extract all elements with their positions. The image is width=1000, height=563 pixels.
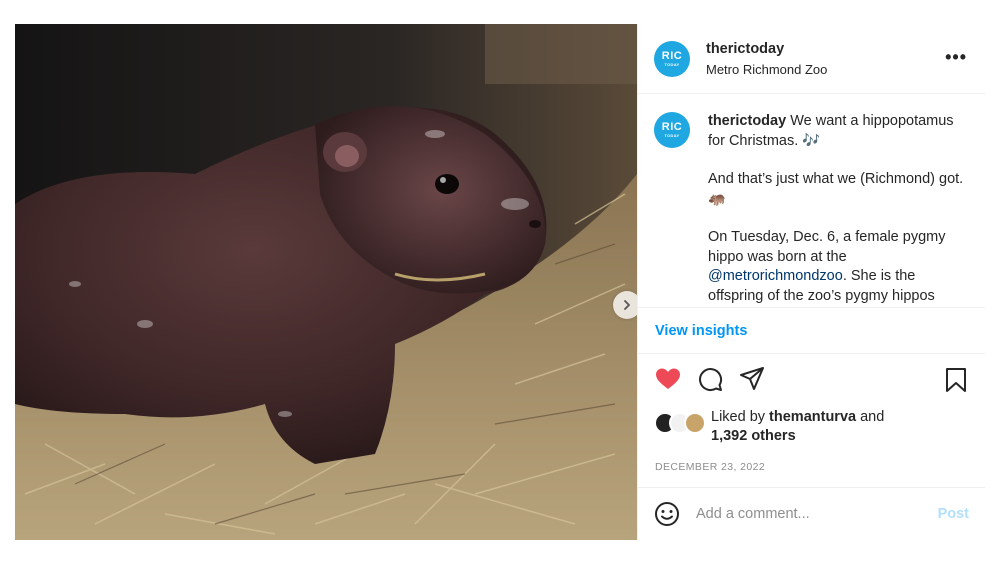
caption-area[interactable]: RIC TODAY therictoday We want a hippopot… — [638, 94, 985, 307]
share-button[interactable] — [738, 366, 766, 397]
post-location[interactable]: Metro Richmond Zoo — [706, 62, 827, 77]
caption-avatar[interactable]: RIC TODAY — [654, 112, 690, 148]
post-details-panel: RIC TODAY therictoday Metro Richmond Zoo… — [637, 24, 985, 540]
liker-username[interactable]: themanturva — [769, 409, 856, 425]
bookmark-icon — [945, 368, 967, 397]
likes-text: Liked by themanturva and 1,392 others — [711, 408, 884, 448]
likes-middle: and — [856, 409, 885, 425]
comment-input[interactable] — [696, 506, 926, 522]
likes-count-link[interactable]: 1,392 others — [711, 428, 796, 444]
likes-prefix: Liked by — [711, 409, 770, 425]
hippo-photo-illustration — [15, 24, 637, 540]
liker-avatars[interactable] — [654, 412, 708, 434]
avatar-subtext: TODAY — [664, 133, 680, 138]
action-bar — [638, 354, 985, 408]
caption-text: therictoday We want a hippopotamus for C… — [708, 112, 968, 307]
likes-summary: Liked by themanturva and 1,392 others — [638, 408, 985, 448]
comment-icon — [697, 366, 723, 397]
like-button[interactable] — [654, 367, 682, 395]
post-comment-button[interactable]: Post — [938, 506, 969, 522]
comment-button[interactable] — [696, 367, 724, 395]
avatar — [684, 412, 706, 434]
post-photo[interactable] — [15, 24, 637, 540]
emoji-icon[interactable] — [654, 501, 680, 527]
caption-line: And that’s just what we (Richmond) got. … — [708, 171, 964, 207]
heart-icon — [655, 367, 681, 396]
next-image-button[interactable] — [613, 291, 637, 319]
share-icon — [739, 366, 765, 397]
comment-box: Post — [638, 487, 985, 540]
save-button[interactable] — [945, 367, 971, 395]
caption-line: On Tuesday, Dec. 6, a female pygmy hippo… — [708, 229, 946, 265]
avatar[interactable]: RIC TODAY — [654, 40, 690, 77]
post-date[interactable]: DECEMBER 23, 2022 — [638, 450, 985, 484]
view-insights-link[interactable]: View insights — [638, 307, 985, 354]
post-username[interactable]: therictoday — [706, 41, 827, 57]
avatar-text: RIC — [661, 121, 683, 133]
post-header: RIC TODAY therictoday Metro Richmond Zoo… — [638, 24, 985, 94]
chevron-right-icon — [621, 299, 633, 311]
mention-link[interactable]: @metrorichmondzoo — [708, 268, 843, 284]
caption-username[interactable]: therictoday — [708, 113, 786, 129]
avatar-subtext: TODAY — [664, 61, 680, 67]
more-options-button[interactable]: ••• — [945, 48, 967, 66]
avatar-text: RIC — [661, 49, 683, 62]
